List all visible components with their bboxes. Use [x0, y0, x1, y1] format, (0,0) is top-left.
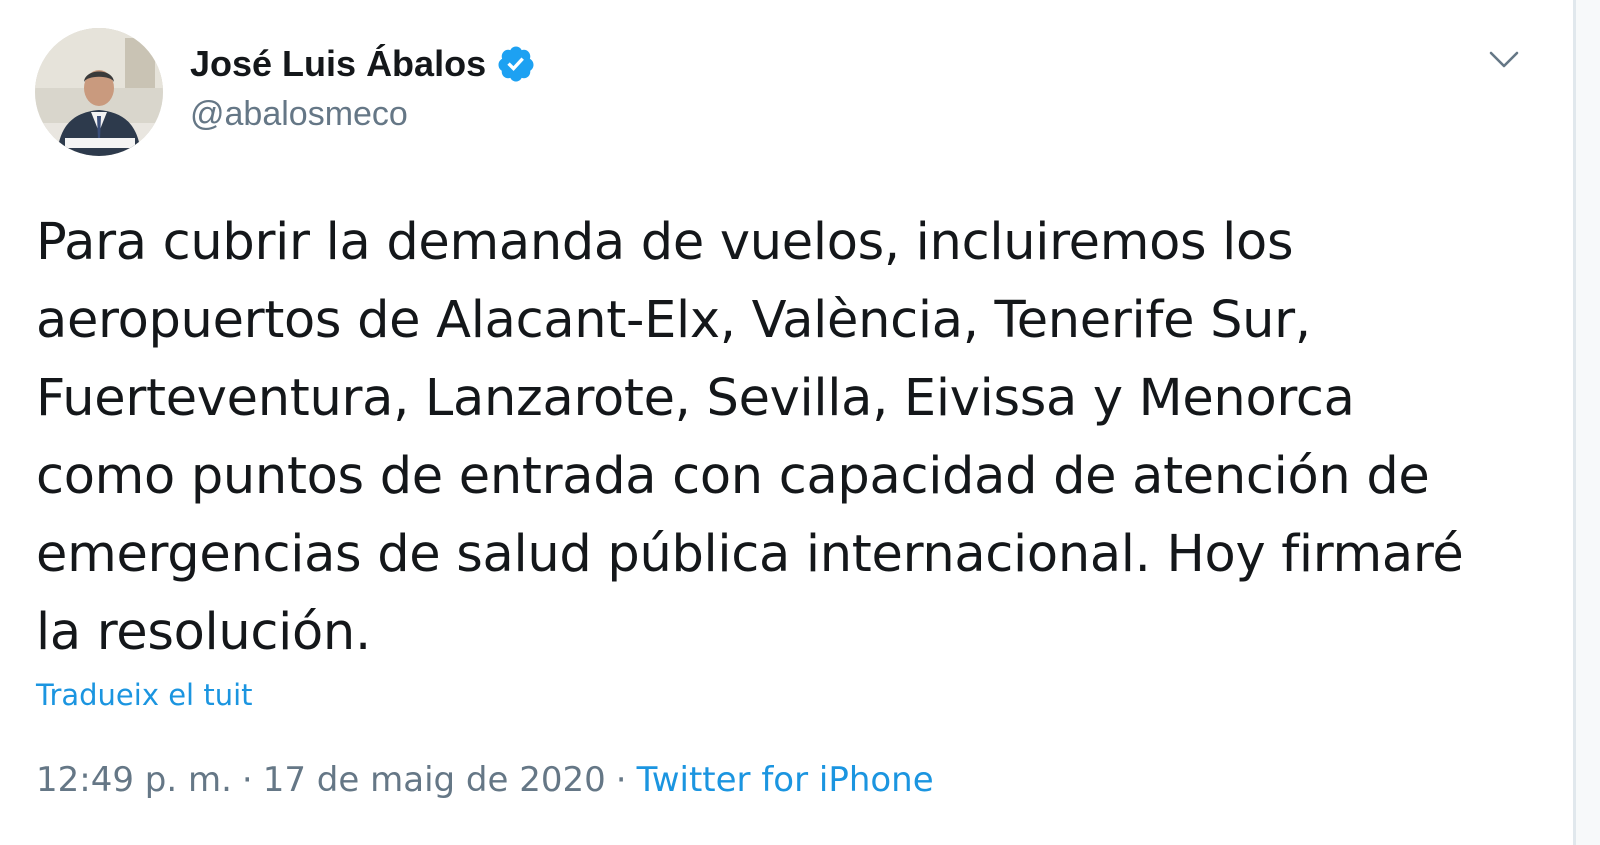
author-handle[interactable]: @abalosmeco: [190, 95, 408, 134]
tweet-text: Para cubrir la demanda de vuelos, inclui…: [36, 213, 1464, 662]
tweet-metadata: 12:49 p. m. · 17 de maig de 2020 · Twitt…: [36, 760, 934, 800]
avatar[interactable]: [35, 28, 163, 156]
translate-tweet-link[interactable]: Tradueix el tuit: [36, 678, 253, 712]
tweet-menu-button[interactable]: [1484, 40, 1524, 80]
scrollbar-track[interactable]: [1573, 0, 1600, 845]
chevron-down-icon: [1489, 51, 1519, 68]
display-name[interactable]: José Luis Ábalos: [190, 43, 486, 85]
tweet-source-link[interactable]: Twitter for iPhone: [637, 760, 934, 800]
tweet-date[interactable]: 17 de maig de 2020: [263, 760, 606, 800]
meta-separator: ·: [615, 760, 627, 800]
meta-separator: ·: [241, 760, 253, 800]
author-name-row[interactable]: José Luis Ábalos: [190, 42, 536, 86]
tweet-card: José Luis Ábalos @abalosmeco Para cubrir…: [0, 0, 1570, 845]
tweet-time[interactable]: 12:49 p. m.: [36, 760, 232, 800]
profile-photo-icon: [35, 28, 163, 156]
verified-badge-icon: [496, 44, 536, 84]
